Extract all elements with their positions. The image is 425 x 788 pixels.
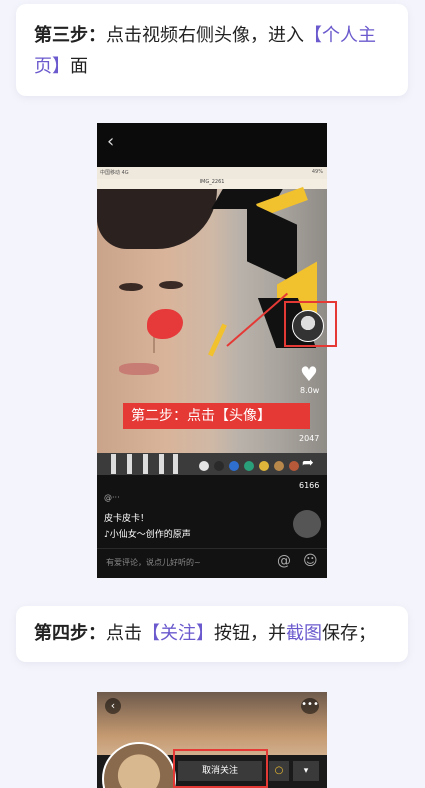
step4-text-a: 点击 [106, 623, 142, 644]
step4-label: 第四步： [34, 623, 106, 644]
step4-text-b: 按钮，并 [214, 623, 286, 644]
shares-count: 6166 [299, 481, 320, 490]
step3-text: 点击视频右侧头像，进入 [106, 25, 304, 46]
step4-card: 第四步：点击【关注】按钮，并截图保存； [16, 606, 408, 662]
step3-card: 第三步：点击视频右侧头像，进入【个人主页】面 [16, 4, 408, 96]
video-caption: 皮卡皮卡！ [104, 514, 150, 524]
username: @··· [104, 493, 120, 502]
emoji-icon[interactable]: ☺ [303, 553, 318, 569]
chevron-left-icon[interactable]: ‹ [107, 131, 114, 152]
music-label[interactable]: ♪小仙女～创作的原声 [104, 527, 191, 540]
follow-highlight-box [173, 749, 268, 788]
comment-input[interactable]: 有爱评论，说点儿好听的~ @ ☺ [97, 548, 327, 579]
comment-placeholder: 有爱评论，说点儿好听的~ [106, 558, 201, 567]
profile-avatar [102, 742, 176, 788]
chevron-down-icon[interactable]: ▾ [293, 761, 319, 781]
step4-highlight-screenshot: 截图 [286, 623, 322, 644]
battery: 49% [311, 169, 323, 175]
video-title: IMG_2261 [97, 179, 327, 189]
top-bar: ‹ [97, 123, 327, 167]
at-icon[interactable]: @ [277, 553, 291, 569]
status-bar: 中国移动 4G 49% [97, 167, 327, 179]
step2-callout: 第二步：点击【头像】 [123, 403, 310, 429]
back-icon[interactable]: ‹ [105, 698, 121, 714]
carrier: 中国移动 4G [100, 170, 129, 176]
video-info-panel: 6166 @··· 皮卡皮卡！ ♪小仙女～创作的原声 有爱评论，说点儿好听的~ … [97, 475, 327, 578]
step3-text-after: 面 [70, 56, 88, 77]
step4-text-c: 保存； [322, 623, 376, 644]
message-icon[interactable]: ○ [269, 761, 289, 781]
more-icon[interactable]: ••• [301, 698, 319, 714]
profile-screenshot: ‹ ••• 取消关注 ○ ▾ [97, 692, 327, 788]
music-disc-icon[interactable] [293, 510, 321, 538]
step3-label: 第三步： [34, 25, 106, 46]
step4-highlight-follow: 【关注】 [142, 623, 214, 644]
